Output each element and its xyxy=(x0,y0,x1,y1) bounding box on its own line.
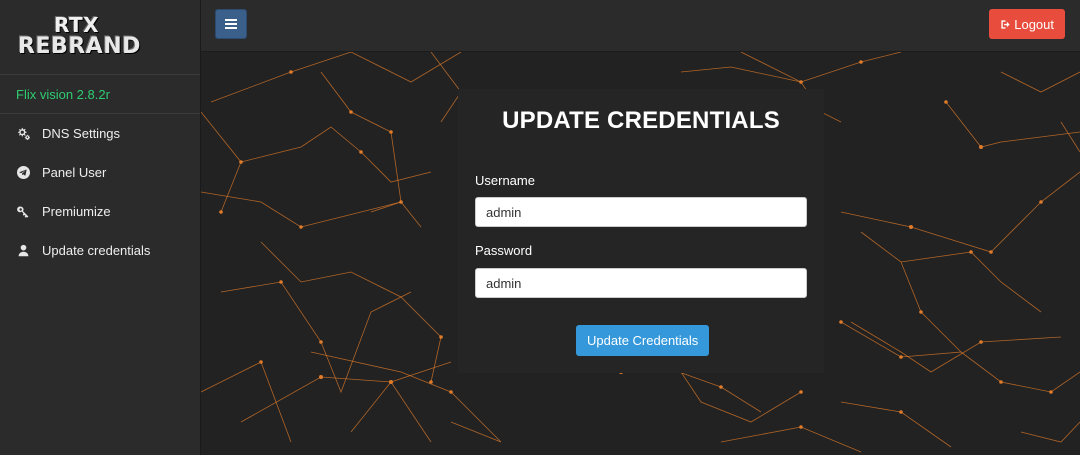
main-content: UPDATE CREDENTIALS Username Password Upd… xyxy=(201,52,1080,455)
sidebar-item-update-credentials[interactable]: Update credentials xyxy=(0,231,200,270)
sidebar-item-premiumize[interactable]: Premiumize xyxy=(0,192,200,231)
gears-icon xyxy=(16,127,30,141)
password-field[interactable] xyxy=(475,268,807,298)
telegram-icon xyxy=(16,166,30,180)
page-title: UPDATE CREDENTIALS xyxy=(502,107,780,134)
sidebar-item-label: Premiumize xyxy=(42,204,111,219)
hamburger-icon xyxy=(225,19,237,29)
password-label: Password xyxy=(475,243,533,258)
menu-toggle-button[interactable] xyxy=(215,9,247,39)
sign-out-icon xyxy=(1001,19,1010,29)
username-field[interactable] xyxy=(475,197,807,227)
brand-logo[interactable]: RTX REBRAND xyxy=(0,0,200,75)
update-credentials-button[interactable]: Update Credentials xyxy=(576,325,710,356)
logout-button[interactable]: Logout xyxy=(989,9,1065,39)
update-credentials-panel: UPDATE CREDENTIALS Username Password Upd… xyxy=(458,89,824,373)
sidebar-item-label: Panel User xyxy=(42,165,107,180)
sidebar-item-label: Update credentials xyxy=(42,243,151,258)
logo-line1: RTX xyxy=(54,13,100,37)
sidebar-item-dns-settings[interactable]: DNS Settings xyxy=(0,114,200,153)
user-icon xyxy=(16,244,30,258)
version-label: Flix vision 2.8.2r xyxy=(0,75,200,114)
key-icon xyxy=(16,205,30,219)
username-label: Username xyxy=(475,173,535,188)
sidebar-item-panel-user[interactable]: Panel User xyxy=(0,153,200,192)
logout-label: Logout xyxy=(1014,16,1054,32)
sidebar-item-label: DNS Settings xyxy=(42,126,121,141)
sidebar: RTX REBRAND Flix vision 2.8.2r DNS Setti… xyxy=(0,0,201,455)
top-bar: Logout xyxy=(201,0,1080,52)
logo-line2: REBRAND xyxy=(18,34,141,59)
